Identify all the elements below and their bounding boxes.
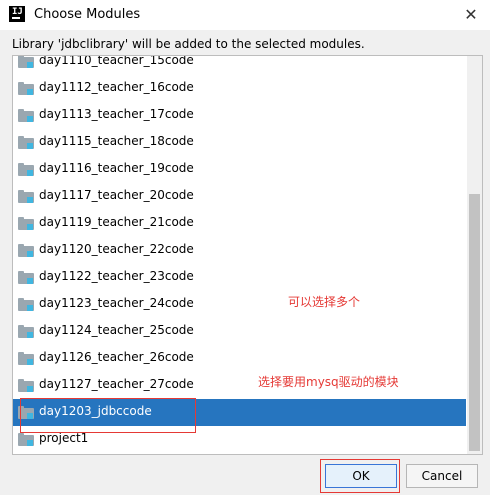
module-label: day1124_teacher_25code: [39, 323, 194, 337]
module-row[interactable]: day1112_teacher_16code: [13, 75, 466, 102]
cancel-button[interactable]: Cancel: [406, 464, 478, 488]
module-folder-icon: [18, 298, 34, 311]
module-row[interactable]: day1115_teacher_18code: [13, 129, 466, 156]
module-folder-icon: [18, 56, 34, 68]
module-row[interactable]: day1122_teacher_23code: [13, 264, 466, 291]
module-row[interactable]: day1126_teacher_26code: [13, 345, 466, 372]
module-label: day1116_teacher_19code: [39, 161, 194, 175]
close-icon: ✕: [464, 5, 478, 24]
module-folder-icon: [18, 352, 34, 365]
close-button[interactable]: ✕: [460, 4, 482, 26]
module-row[interactable]: day1113_teacher_17code: [13, 102, 466, 129]
module-list-items: day1110_teacher_15code day1112_teacher_16…: [13, 55, 466, 453]
module-label: day1112_teacher_16code: [39, 80, 194, 94]
module-folder-icon: [18, 82, 34, 95]
module-list[interactable]: day1110_teacher_15code day1112_teacher_16…: [12, 55, 483, 455]
module-folder-icon: [18, 271, 34, 284]
intellij-app-icon: IJ: [9, 6, 25, 22]
module-label: day1115_teacher_18code: [39, 134, 194, 148]
module-folder-icon: [18, 109, 34, 122]
module-folder-icon: [18, 190, 34, 203]
module-folder-icon: [18, 244, 34, 257]
module-label: project1: [39, 431, 89, 445]
annotation-choose-module: 选择要用mysq驱动的模块: [258, 375, 399, 389]
highlight-selected-row: [20, 398, 196, 433]
module-row[interactable]: day1116_teacher_19code: [13, 156, 466, 183]
module-row[interactable]: day1120_teacher_22code: [13, 237, 466, 264]
title-bar: IJ Choose Modules ✕: [0, 0, 490, 30]
module-row[interactable]: day1110_teacher_15code: [13, 55, 466, 75]
scrollbar-thumb[interactable]: [469, 194, 480, 451]
module-folder-icon: [18, 136, 34, 149]
module-label: day1127_teacher_27code: [39, 377, 194, 391]
annotation-multi-select: 可以选择多个: [288, 295, 361, 309]
module-label: day1117_teacher_20code: [39, 188, 194, 202]
module-label: day1120_teacher_22code: [39, 242, 194, 256]
module-label: day1122_teacher_23code: [39, 269, 194, 283]
choose-modules-dialog: IJ Choose Modules ✕ Library 'jdbclibrary…: [0, 0, 490, 495]
app-icon-text: IJ: [12, 7, 23, 17]
description-text: Library 'jdbclibrary' will be added to t…: [12, 37, 365, 51]
module-row[interactable]: day1124_teacher_25code: [13, 318, 466, 345]
vertical-scrollbar[interactable]: [467, 56, 482, 454]
module-folder-icon: [18, 433, 34, 446]
module-label: day1119_teacher_21code: [39, 215, 194, 229]
dialog-title: Choose Modules: [34, 7, 141, 22]
module-label: day1126_teacher_26code: [39, 350, 194, 364]
module-folder-icon: [18, 325, 34, 338]
module-row[interactable]: day1123_teacher_24code: [13, 291, 466, 318]
module-folder-icon: [18, 379, 34, 392]
module-folder-icon: [18, 163, 34, 176]
module-row[interactable]: day1119_teacher_21code: [13, 210, 466, 237]
module-label: day1110_teacher_15code: [39, 55, 194, 67]
module-folder-icon: [18, 217, 34, 230]
module-row[interactable]: day1117_teacher_20code: [13, 183, 466, 210]
module-label: day1123_teacher_24code: [39, 296, 194, 310]
highlight-ok-button: [320, 459, 400, 493]
module-label: day1113_teacher_17code: [39, 107, 194, 121]
